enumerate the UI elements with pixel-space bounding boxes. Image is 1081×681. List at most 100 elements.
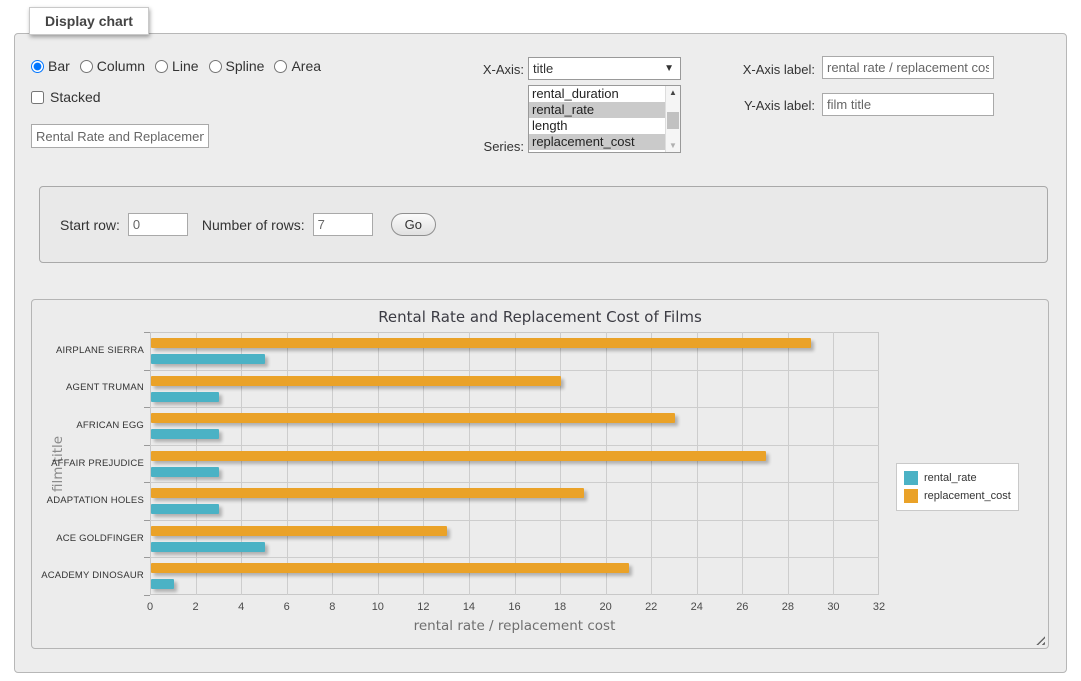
series-option-replacement-cost[interactable]: replacement_cost xyxy=(529,134,665,150)
y-axis-tick xyxy=(144,370,150,371)
series-options: rental_duration rental_rate length repla… xyxy=(529,86,665,152)
x-tick-label: 28 xyxy=(782,601,794,613)
y-axis-label-field-label: Y-Axis label: xyxy=(715,98,815,113)
category-label: ACADEMY DINOSAUR xyxy=(32,570,144,581)
gridline-vertical xyxy=(287,332,288,595)
gridline-vertical xyxy=(788,332,789,595)
chart-title-input[interactable] xyxy=(31,124,209,148)
gridline-vertical xyxy=(378,332,379,595)
series-option-rental-rate[interactable]: rental_rate xyxy=(529,102,665,118)
spline-radio-label: Spline xyxy=(226,58,265,74)
panel-title: Display chart xyxy=(29,7,149,35)
bar-replacement_cost xyxy=(151,451,766,461)
bar-replacement_cost xyxy=(151,413,675,423)
gridline-vertical xyxy=(241,332,242,595)
series-listbox[interactable]: rental_duration rental_rate length repla… xyxy=(528,85,681,153)
gridline-horizontal xyxy=(150,557,879,558)
x-tick-label: 10 xyxy=(372,601,384,613)
gridline-vertical xyxy=(606,332,607,595)
radio-option-spline[interactable]: Spline xyxy=(209,58,265,74)
num-rows-label: Number of rows: xyxy=(202,217,305,233)
gridline-horizontal xyxy=(150,445,879,446)
stacked-option[interactable]: Stacked xyxy=(31,89,101,105)
bar-radio-label: Bar xyxy=(48,58,70,74)
category-label: AFRICAN EGG xyxy=(32,420,144,431)
chart-legend: rental_rate replacement_cost xyxy=(896,463,1019,511)
radio-option-line[interactable]: Line xyxy=(155,58,198,74)
x-tick-label: 2 xyxy=(193,601,199,613)
scrollbar-thumb[interactable] xyxy=(667,112,679,129)
chart-title: Rental Rate and Replacement Cost of Film… xyxy=(32,308,1048,326)
x-tick-label: 32 xyxy=(873,601,885,613)
gridline-vertical xyxy=(196,332,197,595)
legend-swatch-rental-rate xyxy=(904,471,918,485)
y-axis-label-input[interactable] xyxy=(822,93,994,116)
area-radio-label: Area xyxy=(291,58,321,74)
category-label: AFFAIR PREJUDICE xyxy=(32,458,144,469)
legend-label-rental-rate: rental_rate xyxy=(924,472,977,484)
bar-rental_rate xyxy=(151,504,219,514)
x-axis-selected-value: title xyxy=(533,61,553,76)
bar-rental_rate xyxy=(151,429,219,439)
bar-radio[interactable] xyxy=(31,60,44,73)
x-tick-label: 24 xyxy=(691,601,703,613)
x-tick-label: 0 xyxy=(147,601,153,613)
gridline-vertical xyxy=(515,332,516,595)
chart-type-radio-group: Bar Column Line Spline Area xyxy=(31,58,327,74)
x-tick-label: 30 xyxy=(827,601,839,613)
x-tick-label: 8 xyxy=(329,601,335,613)
y-axis-tick xyxy=(144,520,150,521)
column-radio[interactable] xyxy=(80,60,93,73)
gridline-horizontal xyxy=(150,482,879,483)
stacked-label: Stacked xyxy=(50,89,101,105)
x-tick-label: 12 xyxy=(417,601,429,613)
gridline-vertical xyxy=(423,332,424,595)
go-button[interactable]: Go xyxy=(391,213,436,236)
area-radio[interactable] xyxy=(274,60,287,73)
x-axis-label-input[interactable] xyxy=(822,56,994,79)
radio-option-area[interactable]: Area xyxy=(274,58,321,74)
scroll-up-icon[interactable]: ▲ xyxy=(666,86,680,99)
stacked-checkbox[interactable] xyxy=(31,91,44,104)
gridline-vertical xyxy=(332,332,333,595)
spline-radio[interactable] xyxy=(209,60,222,73)
bar-rental_rate xyxy=(151,354,265,364)
gridline-horizontal xyxy=(150,370,879,371)
bar-replacement_cost xyxy=(151,488,584,498)
radio-option-bar[interactable]: Bar xyxy=(31,58,70,74)
start-row-label: Start row: xyxy=(60,217,120,233)
x-axis-select[interactable]: title ▼ xyxy=(528,57,681,80)
category-label: ACE GOLDFINGER xyxy=(32,533,144,544)
x-tick-label: 26 xyxy=(736,601,748,613)
scroll-down-icon[interactable]: ▼ xyxy=(666,139,680,152)
chevron-down-icon: ▼ xyxy=(664,63,674,74)
x-tick-label: 18 xyxy=(554,601,566,613)
y-axis-tick xyxy=(144,557,150,558)
start-row-input[interactable] xyxy=(128,213,188,236)
x-axis-label-field-label: X-Axis label: xyxy=(715,62,815,77)
num-rows-input[interactable] xyxy=(313,213,373,236)
legend-item-replacement-cost: replacement_cost xyxy=(904,487,1011,505)
line-radio[interactable] xyxy=(155,60,168,73)
series-list-label: Series: xyxy=(456,139,524,154)
line-radio-label: Line xyxy=(172,58,198,74)
resize-handle-icon[interactable] xyxy=(1035,635,1045,645)
x-tick-label: 14 xyxy=(463,601,475,613)
x-axis-title: rental rate / replacement cost xyxy=(150,618,879,634)
bar-replacement_cost xyxy=(151,376,561,386)
y-axis-tick xyxy=(144,445,150,446)
bar-rental_rate xyxy=(151,542,265,552)
y-axis-tick xyxy=(144,407,150,408)
series-option-length[interactable]: length xyxy=(529,118,665,134)
x-axis-select-label: X-Axis: xyxy=(456,62,524,77)
category-label: AGENT TRUMAN xyxy=(32,382,144,393)
y-axis-tick xyxy=(144,482,150,483)
gridline-horizontal xyxy=(150,520,879,521)
series-option-rental-duration[interactable]: rental_duration xyxy=(529,86,665,102)
gridline-vertical xyxy=(833,332,834,595)
y-axis-tick xyxy=(144,595,150,596)
bar-rental_rate xyxy=(151,579,174,589)
gridline-vertical xyxy=(560,332,561,595)
listbox-scrollbar[interactable]: ▲ ▼ xyxy=(665,86,680,152)
radio-option-column[interactable]: Column xyxy=(80,58,145,74)
